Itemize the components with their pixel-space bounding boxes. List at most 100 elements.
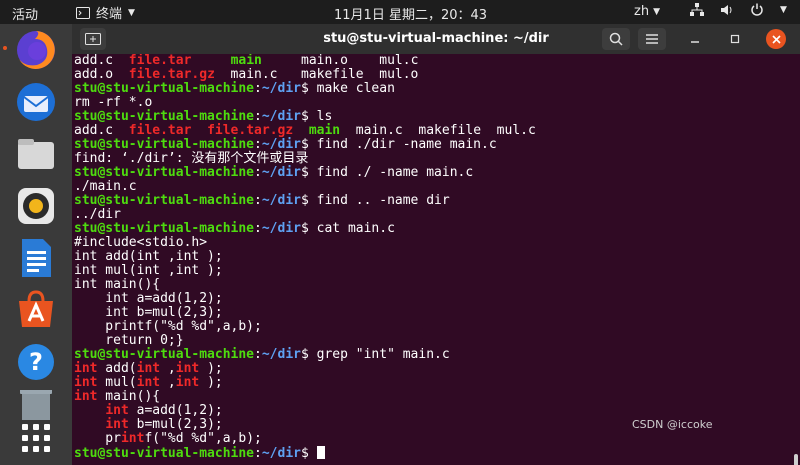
terminal-line: stu@stu-virtual-machine:~/dir$ grep "int…	[74, 348, 536, 362]
terminal-text: stu@stu-virtual-machine	[74, 109, 255, 124]
terminal-line: int mul(int ,int );	[74, 376, 536, 390]
terminal-text: int	[175, 361, 200, 376]
input-method-indicator[interactable]: zh ▼	[634, 4, 660, 19]
close-button[interactable]	[766, 29, 786, 49]
terminal-output[interactable]: add.c file.tar main main.o mul.c add.o fi…	[72, 54, 800, 465]
terminal-text: int	[136, 361, 161, 376]
software-icon[interactable]	[12, 286, 60, 334]
menu-button[interactable]	[638, 28, 666, 50]
terminal-lines: add.c file.tar main main.o mul.c add.o fi…	[74, 54, 536, 461]
clock[interactable]: 11月1日 星期二，20：43	[334, 4, 487, 23]
terminal-text: $ cat main.c	[300, 221, 395, 236]
terminal-line: int b=mul(2,3);	[74, 418, 536, 432]
terminal-text: printf("%d %d",a,b);	[74, 319, 262, 334]
terminal-text: int	[105, 417, 129, 432]
terminal-line: stu@stu-virtual-machine:~/dir$ cat main.…	[74, 222, 536, 236]
activities-button[interactable]: 活动	[12, 4, 38, 23]
chevron-down-icon: ▼	[128, 7, 135, 18]
terminal-text: int	[175, 375, 200, 390]
terminal-text: ~/dir	[261, 165, 301, 180]
terminal-text: :	[254, 221, 262, 236]
svg-text:?: ?	[29, 348, 43, 376]
writer-icon[interactable]	[12, 234, 60, 282]
terminal-line: stu@stu-virtual-machine:~/dir$ find ./di…	[74, 138, 536, 152]
terminal-text: stu@stu-virtual-machine	[74, 165, 255, 180]
terminal-text: main.o mul.c	[261, 54, 419, 68]
terminal-text: rm -rf *.o	[74, 95, 153, 110]
terminal-text: ,	[160, 361, 176, 376]
chevron-down-icon: ▼	[780, 5, 787, 15]
terminal-text: int	[105, 403, 129, 418]
terminal-text: :	[254, 193, 262, 208]
terminal-text: int mul(int ,int );	[74, 263, 223, 278]
terminal-text: main.c makefile mul.c	[340, 123, 536, 138]
app-menu[interactable]: 终端 ▼	[76, 3, 135, 22]
search-icon	[609, 32, 623, 46]
terminal-text: $ grep "int" main.c	[300, 347, 450, 362]
terminal-line: printf("%d %d",a,b);	[74, 432, 536, 446]
terminal-line: stu@stu-virtual-machine:~/dir$	[74, 446, 536, 461]
firefox-icon[interactable]	[12, 26, 60, 74]
rhythmbox-icon[interactable]	[12, 182, 60, 230]
terminal-text: :	[254, 347, 262, 362]
terminal-text: a=add(1,2);	[128, 403, 223, 418]
maximize-button[interactable]	[724, 28, 746, 50]
minimize-button[interactable]	[684, 28, 706, 50]
chevron-down-icon: ▼	[653, 6, 660, 17]
terminal-text: ~/dir	[261, 193, 301, 208]
terminal-text: $ find ./dir -name main.c	[300, 137, 497, 152]
thunderbird-icon[interactable]	[12, 78, 60, 126]
terminal-text: stu@stu-virtual-machine	[74, 221, 255, 236]
terminal-text: main.c makefile mul.o	[214, 67, 419, 82]
terminal-text: $ ls	[300, 109, 333, 124]
terminal-line: add.o file.tar.gz main.c makefile mul.o	[74, 68, 536, 82]
terminal-line: find: ‘./dir’: 没有那个文件或目录	[74, 152, 536, 166]
terminal-line: ../dir	[74, 208, 536, 222]
terminal-line: return 0;}	[74, 334, 536, 348]
terminal-line: stu@stu-virtual-machine:~/dir$ make clea…	[74, 82, 536, 96]
app-name: 终端	[96, 7, 123, 22]
terminal-text: $	[300, 446, 317, 461]
terminal-text: int b=mul(2,3);	[74, 305, 223, 320]
cursor	[316, 446, 325, 459]
terminal-text: $ make clean	[300, 81, 395, 96]
terminal-line: int b=mul(2,3);	[74, 306, 536, 320]
terminal-text: ~/dir	[261, 81, 301, 96]
search-button[interactable]	[602, 28, 630, 50]
terminal-text: int	[136, 375, 161, 390]
terminal-line: ./main.c	[74, 180, 536, 194]
terminal-text: file.tar	[128, 54, 192, 68]
terminal-text: file.tar	[128, 123, 192, 138]
files-icon[interactable]	[12, 130, 60, 178]
apps-grid-icon[interactable]	[12, 414, 60, 462]
system-menu[interactable]: ▼	[690, 3, 787, 17]
terminal-line: stu@stu-virtual-machine:~/dir$ ls	[74, 110, 536, 124]
scrollbar[interactable]	[794, 454, 798, 465]
terminal-text: );	[199, 375, 223, 390]
terminal-text: main	[230, 54, 262, 68]
terminal-text: ~/dir	[261, 347, 301, 362]
terminal-text: #include<stdio.h>	[74, 235, 208, 250]
power-icon	[751, 3, 763, 16]
terminal-text: add.c	[74, 123, 129, 138]
terminal-text: int	[74, 375, 98, 390]
terminal-line: stu@stu-virtual-machine:~/dir$ find ./ -…	[74, 166, 536, 180]
terminal-text: f("%d %d",a,b);	[144, 431, 262, 446]
terminal-text: b=mul(2,3);	[128, 417, 223, 432]
terminal-line: rm -rf *.o	[74, 96, 536, 110]
terminal-text: ./main.c	[74, 179, 137, 194]
terminal-text: pr	[74, 431, 121, 446]
terminal-text: stu@stu-virtual-machine	[74, 137, 255, 152]
terminal-text: int	[120, 431, 145, 446]
lang-label: zh	[634, 4, 650, 19]
minimize-icon	[691, 41, 699, 43]
terminal-text: stu@stu-virtual-machine	[74, 81, 255, 96]
help-icon[interactable]: ?	[12, 338, 60, 386]
terminal-line: int mul(int ,int );	[74, 264, 536, 278]
title-bar[interactable]: stu@stu-virtual-machine: ~/dir	[72, 24, 800, 54]
volume-icon	[721, 5, 732, 15]
terminal-text: ,	[160, 375, 176, 390]
